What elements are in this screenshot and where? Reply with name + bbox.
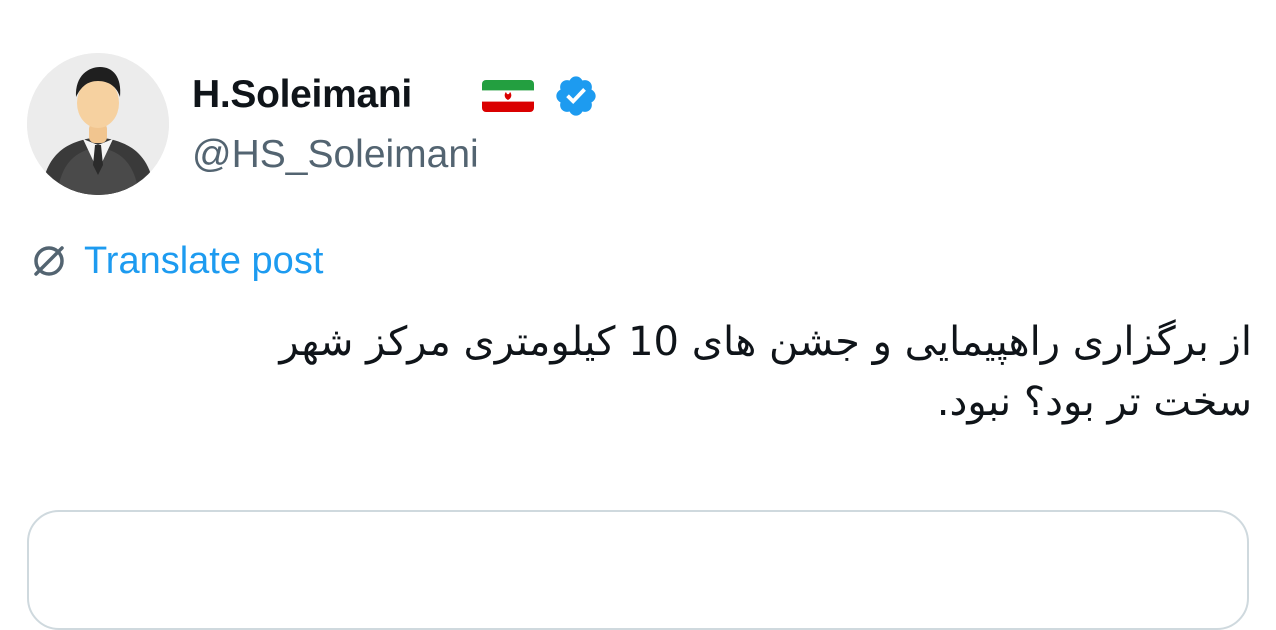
translate-post-link[interactable]: Translate post [84,237,323,285]
post-text: از برگزاری راهپیمایی و جشن های 10 کیلومت… [92,312,1252,432]
iran-flag-icon [482,80,534,112]
translate-post-row[interactable]: Translate post [28,237,323,285]
post-text-line: سخت تر بود؟ نبود. [936,379,1252,425]
author-handle[interactable]: @HS_Soleimani [192,130,479,180]
post-text-line: از برگزاری راهپیمایی و جشن های 10 کیلومت… [279,319,1252,365]
businessman-avatar-icon [27,53,169,195]
author-avatar[interactable] [27,53,169,195]
globe-slash-icon [28,240,70,282]
author-display-name[interactable]: H.Soleimani [192,70,412,120]
quoted-post-card[interactable] [27,510,1249,630]
verified-badge-icon[interactable] [553,73,599,119]
